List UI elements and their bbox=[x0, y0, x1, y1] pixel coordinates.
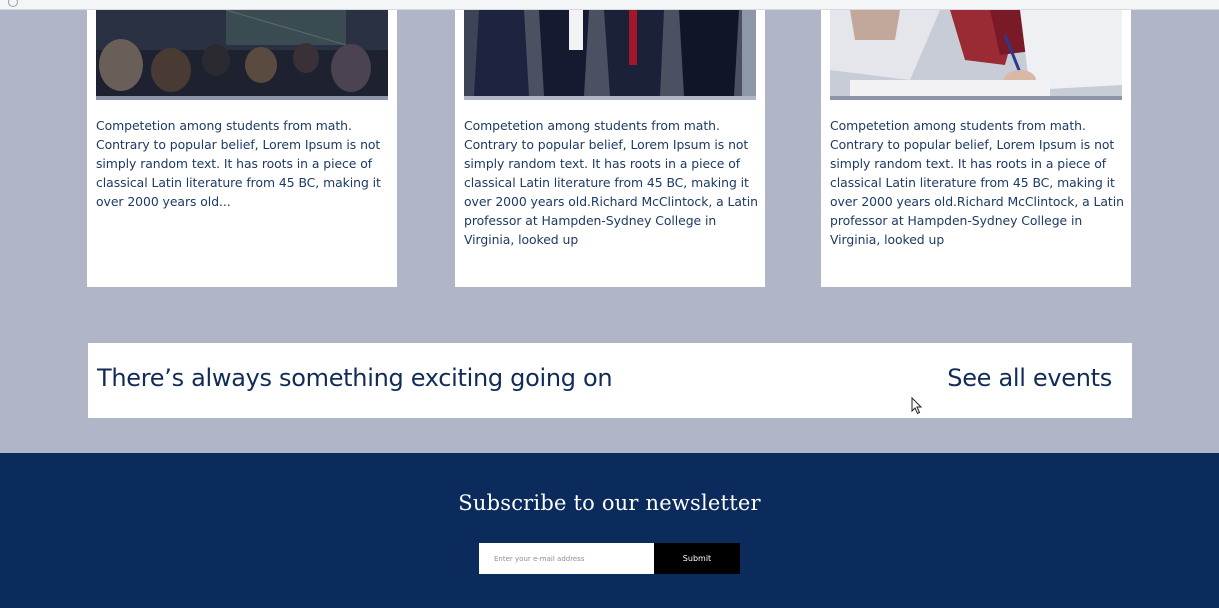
events-banner: There’s always something exciting going … bbox=[88, 343, 1132, 418]
events-title: There’s always something exciting going … bbox=[97, 364, 613, 392]
card-image-classroom[interactable] bbox=[96, 10, 388, 100]
news-card-3[interactable]: Competetion among students from math. Co… bbox=[821, 10, 1131, 287]
mouse-pointer-icon bbox=[911, 397, 923, 415]
email-input[interactable] bbox=[479, 543, 654, 574]
see-all-events-link[interactable]: See all events bbox=[947, 364, 1112, 392]
footer: Subscribe to our newsletter Submit bbox=[0, 453, 1219, 608]
submit-button[interactable]: Submit bbox=[654, 543, 740, 574]
news-card-2[interactable]: Competetion among students from math. Co… bbox=[455, 10, 765, 287]
card-image-students-writing[interactable] bbox=[830, 10, 1122, 100]
card-description: Competetion among students from math. Co… bbox=[96, 118, 381, 209]
newsletter-heading: Subscribe to our newsletter bbox=[458, 491, 761, 515]
browser-top-strip bbox=[0, 0, 1219, 10]
card-image-graduates[interactable] bbox=[464, 10, 756, 100]
card-description: Competetion among students from math. Co… bbox=[464, 118, 758, 247]
news-card-1[interactable]: Competetion among students from math. Co… bbox=[87, 10, 397, 287]
card-description: Competetion among students from math. Co… bbox=[830, 118, 1124, 247]
page-status-icon bbox=[8, 0, 18, 7]
